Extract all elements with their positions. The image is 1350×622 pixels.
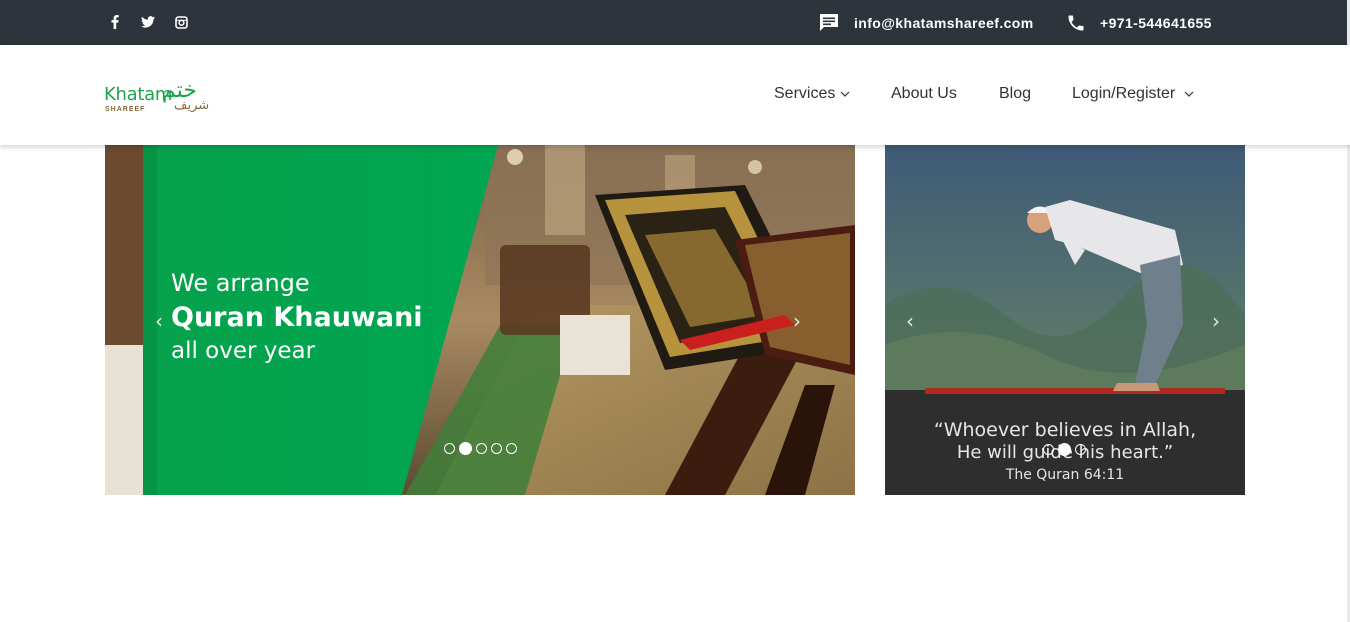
- nav-services-label: Services: [774, 85, 836, 102]
- nav-blog-label: Blog: [999, 85, 1032, 102]
- phone-icon: [1066, 13, 1086, 33]
- twitter-icon[interactable]: [140, 14, 156, 30]
- banner-line-3: all over year: [171, 338, 316, 364]
- nav-about[interactable]: About Us: [891, 85, 957, 103]
- slider-dot[interactable]: [1075, 444, 1086, 455]
- slider-dot[interactable]: [444, 443, 455, 454]
- nav-blog[interactable]: Blog: [999, 85, 1031, 103]
- logo-arabic-sub-text: شریف: [174, 98, 210, 113]
- main-slider-dots: [444, 442, 517, 455]
- slider-prev-button[interactable]: ‹: [155, 309, 163, 333]
- slider-dot[interactable]: [506, 443, 517, 454]
- side-slider[interactable]: “Whoever believes in Allah, He will guid…: [885, 145, 1245, 495]
- facebook-icon[interactable]: [107, 14, 123, 30]
- chevron-down-icon: [1184, 91, 1194, 97]
- instagram-icon[interactable]: [173, 14, 189, 30]
- slider-next-button[interactable]: ›: [793, 309, 801, 333]
- site-header: Khatam SHAREEF ختم شریف Services About U…: [0, 45, 1350, 145]
- nav-about-label: About Us: [891, 85, 957, 102]
- slider-dot-active[interactable]: [1058, 443, 1071, 456]
- email-contact[interactable]: info@khatamshareef.com: [818, 0, 1034, 45]
- nav-services[interactable]: Services: [774, 85, 850, 103]
- email-text: info@khatamshareef.com: [854, 14, 1034, 31]
- nav-login-label: Login/Register: [1072, 85, 1176, 102]
- side-slider-dots: [1043, 443, 1086, 456]
- top-bar: info@khatamshareef.com +971-544641655: [0, 0, 1350, 45]
- quote-line-1: “Whoever believes in Allah,: [933, 419, 1197, 441]
- slider-dot[interactable]: [491, 443, 502, 454]
- phone-contact[interactable]: +971-544641655: [1066, 0, 1212, 45]
- logo-sub-text: SHAREEF: [105, 106, 146, 113]
- side-slider-prev-button[interactable]: ‹: [906, 309, 914, 333]
- slider-dot[interactable]: [1043, 444, 1054, 455]
- chevron-down-icon: [840, 91, 850, 97]
- slider-dot[interactable]: [476, 443, 487, 454]
- quote-source: The Quran 64:11: [1005, 467, 1125, 483]
- logo[interactable]: Khatam SHAREEF ختم شریف: [104, 76, 226, 116]
- slider-dot-active[interactable]: [459, 442, 472, 455]
- banner-line-1: We arrange: [171, 269, 310, 297]
- banner-line-2: Quran Khauwani: [171, 302, 423, 333]
- nav-login-register[interactable]: Login/Register: [1072, 85, 1194, 103]
- side-slider-next-button[interactable]: ›: [1212, 309, 1220, 333]
- phone-text: +971-544641655: [1100, 14, 1212, 31]
- message-icon: [818, 12, 840, 34]
- main-slider[interactable]: We arrange Quran Khauwani all over year …: [105, 145, 855, 495]
